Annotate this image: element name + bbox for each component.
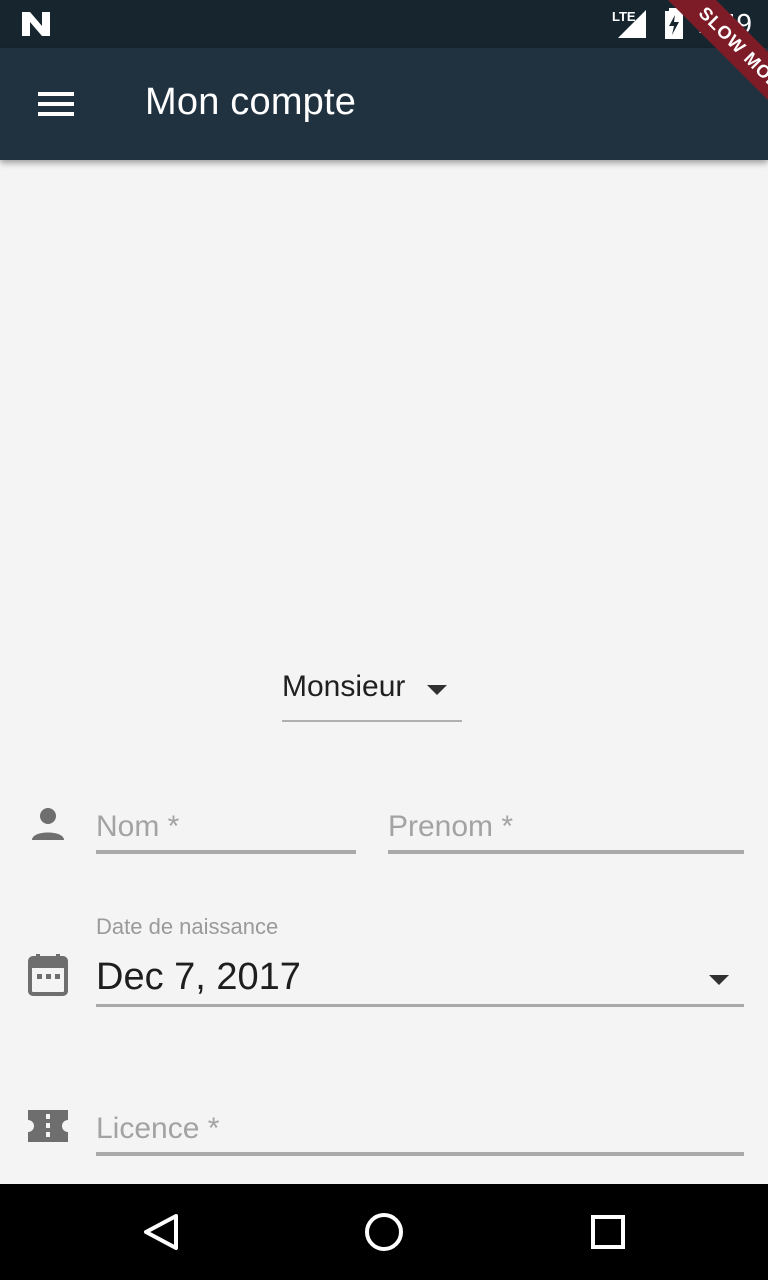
birthdate-value: Dec 7, 2017 (96, 956, 301, 998)
licence-field[interactable]: Licence * (96, 1104, 744, 1156)
ticket-icon (28, 1110, 68, 1142)
nom-field[interactable]: Nom * (96, 802, 356, 854)
nom-placeholder: Nom * (96, 810, 180, 843)
birthdate-label: Date de naissance (96, 914, 279, 939)
back-triangle-icon (144, 1214, 178, 1250)
prenom-placeholder: Prenom * (388, 810, 514, 843)
civility-value: Monsieur (282, 670, 406, 703)
recents-square-icon (591, 1215, 625, 1249)
system-nav-bar (0, 1184, 768, 1280)
home-circle-icon (365, 1213, 403, 1251)
licence-placeholder: Licence * (96, 1112, 220, 1145)
calendar-icon (28, 954, 68, 996)
slow-mode-label: SLOW MODE (665, 0, 768, 128)
prenom-field[interactable]: Prenom * (388, 802, 744, 854)
back-button[interactable] (132, 1204, 188, 1260)
dropdown-arrow-icon (709, 975, 729, 985)
recents-button[interactable] (580, 1204, 636, 1260)
menu-button[interactable] (20, 78, 92, 130)
home-button[interactable] (356, 1204, 412, 1260)
menu-icon (38, 92, 74, 116)
dropdown-arrow-icon (427, 685, 447, 695)
slow-mode-banner: SLOW MODE (640, 0, 768, 128)
civility-dropdown[interactable]: Monsieur (282, 666, 462, 722)
page-title: Mon compte (145, 81, 357, 123)
notification-n-icon (22, 12, 50, 36)
birthdate-field[interactable]: Dec 7, 2017 (96, 956, 744, 1007)
person-icon (32, 808, 64, 840)
